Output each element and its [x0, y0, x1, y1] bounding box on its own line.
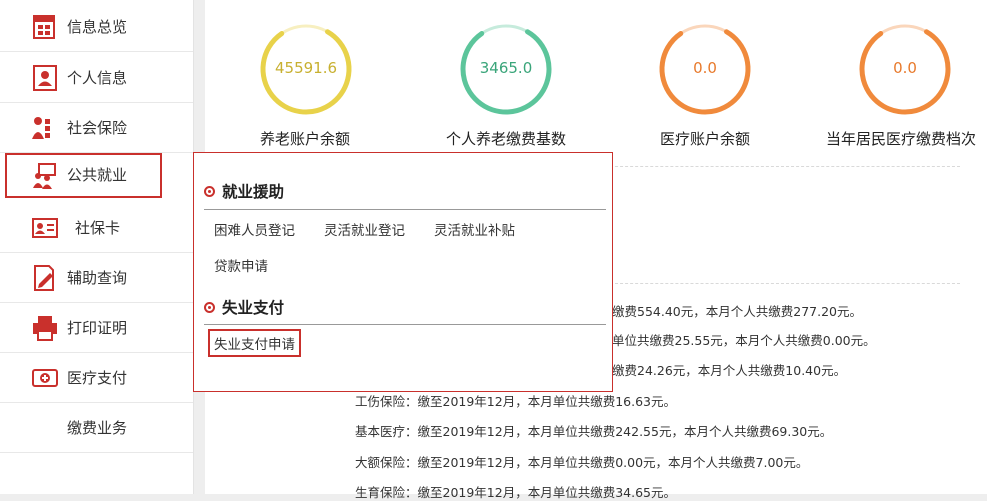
person-card-icon — [33, 65, 57, 91]
link-flexible-employment-subsidy[interactable]: 灵活就业补贴 — [434, 219, 515, 239]
info-line: 生育保险：缴至2019年12月，本月单位共缴费34.65元。 — [355, 485, 677, 500]
sidebar-item-label: 辅助查询 — [67, 269, 128, 287]
sidebar-item-personal-info[interactable]: 个人信息 — [0, 54, 193, 103]
link-unemployment-payment-application[interactable]: 失业支付申请 — [208, 329, 301, 357]
section-title-employment-aid: 就业援助 — [204, 180, 284, 202]
sidebar-item-label: 医疗支付 — [67, 369, 128, 387]
info-line: 大额保险：缴至2019年12月，本月单位共缴费0.00元，本月个人共缴费7.00… — [355, 455, 809, 470]
printer-icon — [33, 316, 57, 341]
insurance-icon — [32, 117, 50, 139]
info-line: 缴费24.26元，本月个人共缴费10.40元。 — [612, 363, 847, 378]
stat-label: 个人养老缴费基数 — [445, 130, 566, 148]
sidebar-item-label: 缴费业务 — [67, 419, 128, 437]
sidebar: 信息总览 个人信息 社会保险 公共就业 社保卡 辅助查询 打印证明 医疗支付 缴… — [0, 0, 194, 494]
sidebar-item-label: 打印证明 — [67, 319, 128, 337]
sidebar-item-overview[interactable]: 信息总览 — [0, 3, 193, 52]
info-line: 工伤保险：缴至2019年12月，本月单位共缴费16.63元。 — [355, 394, 677, 409]
sidebar-item-label: 个人信息 — [67, 69, 128, 87]
info-line: 基本医疗：缴至2019年12月，本月单位共缴费242.55元，本月个人共缴费69… — [355, 424, 833, 439]
bullet-icon — [204, 301, 215, 313]
stat-value: 3465.0 — [479, 59, 533, 77]
link-loan-application[interactable]: 贷款申请 — [214, 255, 268, 275]
sidebar-item-medical-payment[interactable]: 医疗支付 — [0, 354, 193, 403]
bullet-icon — [204, 185, 215, 197]
section-title-text: 就业援助 — [222, 183, 285, 201]
document-edit-icon — [34, 265, 54, 291]
sidebar-item-label: 社保卡 — [75, 219, 121, 237]
sidebar-item-label: 社会保险 — [67, 119, 128, 137]
link-hardship-registration[interactable]: 困难人员登记 — [214, 219, 295, 239]
sidebar-item-social-card[interactable]: 社保卡 — [0, 204, 193, 253]
section-title-text: 失业支付 — [222, 299, 285, 317]
stat-label: 医疗账户余额 — [659, 130, 750, 148]
overview-icon — [33, 15, 55, 39]
link-flexible-employment-registration[interactable]: 灵活就业登记 — [324, 219, 405, 239]
sidebar-item-payment-business[interactable]: 缴费业务 — [0, 404, 193, 453]
section-divider — [204, 209, 606, 210]
medical-payment-icon — [32, 369, 58, 387]
info-line: 单位共缴费25.55元，本月个人共缴费0.00元。 — [612, 333, 876, 348]
sidebar-item-label: 信息总览 — [67, 18, 128, 36]
sidebar-item-public-employment[interactable]: 公共就业 — [5, 153, 162, 198]
sidebar-item-assist-query[interactable]: 辅助查询 — [0, 254, 193, 303]
stat-value: 45591.6 — [274, 59, 338, 77]
stat-value: 0.0 — [693, 59, 717, 77]
employment-icon — [33, 163, 56, 189]
sidebar-item-label: 公共就业 — [67, 166, 128, 184]
divider — [610, 283, 960, 284]
info-line: 缴费554.40元，本月个人共缴费277.20元。 — [612, 304, 862, 319]
stat-value: 0.0 — [893, 59, 917, 77]
section-divider — [204, 324, 606, 325]
sidebar-item-print-certificate[interactable]: 打印证明 — [0, 304, 193, 353]
divider — [610, 166, 960, 167]
section-title-unemployment-payment: 失业支付 — [204, 296, 284, 318]
stat-label: 养老账户余额 — [259, 130, 350, 148]
stat-label: 当年居民医疗缴费档次 — [825, 130, 976, 148]
id-card-icon — [32, 218, 58, 238]
employment-flyout-menu: 就业援助 困难人员登记 灵活就业登记 灵活就业补贴 贷款申请 失业支付 失业支付… — [193, 152, 613, 392]
sidebar-item-social-insurance[interactable]: 社会保险 — [0, 104, 193, 153]
